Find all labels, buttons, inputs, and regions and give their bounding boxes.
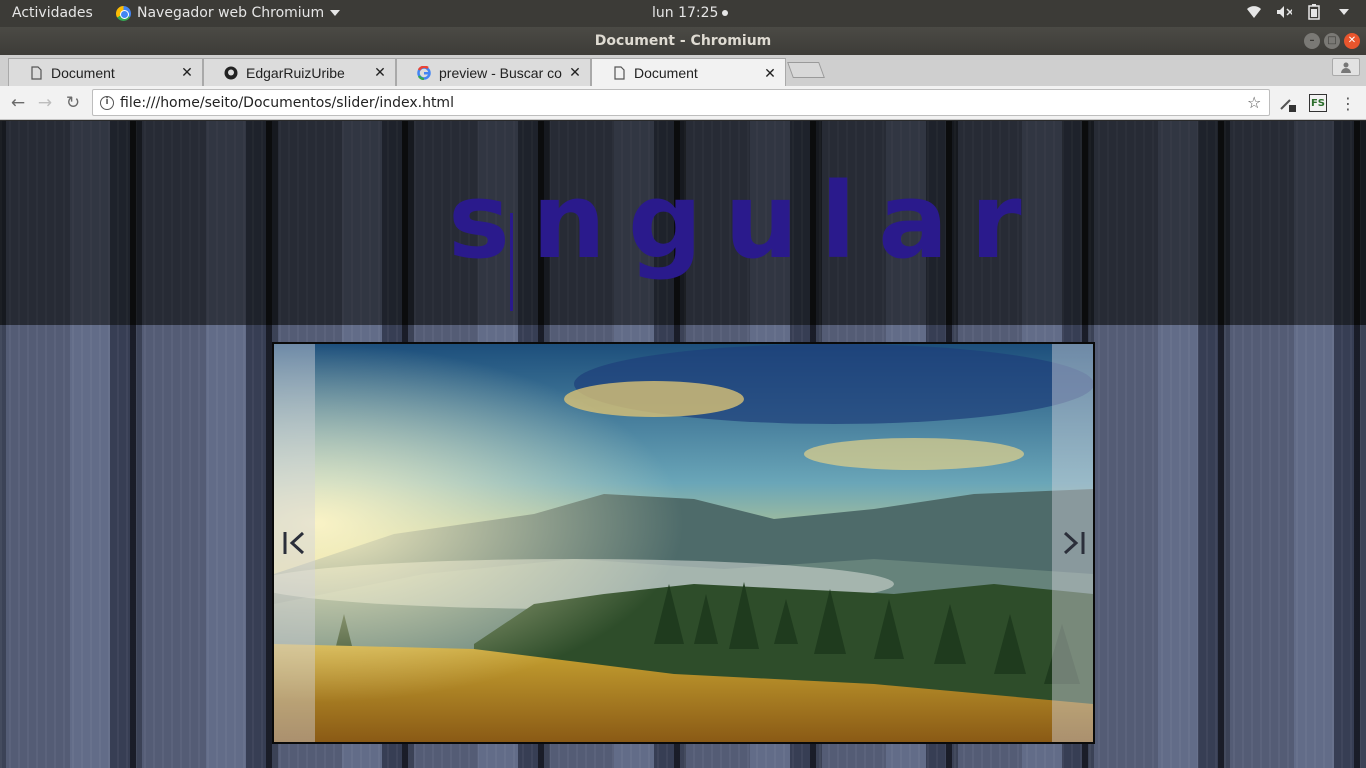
maximize-button[interactable]: □ bbox=[1324, 33, 1340, 49]
system-top-bar: Actividades Navegador web Chromium lun 1… bbox=[0, 0, 1366, 27]
browser-toolbar: ← → ↻ i file:///home/seito/Documentos/sl… bbox=[0, 86, 1366, 120]
close-tab-icon[interactable]: ✕ bbox=[180, 64, 194, 81]
system-tray[interactable] bbox=[1246, 4, 1352, 20]
chromium-icon bbox=[116, 5, 131, 21]
user-icon bbox=[1341, 62, 1351, 73]
url-text[interactable]: file:///home/seito/Documentos/slider/ind… bbox=[120, 95, 1247, 111]
battery-icon[interactable] bbox=[1306, 4, 1322, 20]
app-menu[interactable]: Navegador web Chromium bbox=[116, 5, 341, 21]
eyedropper-icon[interactable] bbox=[1278, 94, 1296, 112]
window-title-bar: Document - Chromium – □ ✕ bbox=[0, 27, 1366, 55]
back-icon[interactable]: ← bbox=[8, 93, 28, 113]
app-menu-label: Navegador web Chromium bbox=[137, 5, 325, 21]
skip-previous-icon bbox=[283, 531, 304, 555]
system-menu-icon[interactable] bbox=[1336, 4, 1352, 20]
close-tab-icon[interactable]: ✕ bbox=[568, 64, 582, 81]
activities-button[interactable]: Actividades bbox=[12, 5, 93, 21]
sngular-logo: sngular bbox=[448, 161, 1022, 311]
profile-button[interactable] bbox=[1332, 58, 1360, 76]
web-page: sngular bbox=[0, 121, 1366, 768]
bookmark-star-icon[interactable]: ☆ bbox=[1247, 93, 1269, 112]
info-icon[interactable]: i bbox=[100, 95, 114, 110]
minimize-button[interactable]: – bbox=[1304, 33, 1320, 49]
tab-title: preview - Buscar co bbox=[439, 64, 562, 81]
github-icon bbox=[224, 66, 238, 80]
browser-menu-icon[interactable]: ⋮ bbox=[1339, 94, 1357, 113]
tab-document-1[interactable]: Document ✕ bbox=[8, 58, 203, 86]
document-icon bbox=[612, 66, 626, 80]
chevron-down-icon bbox=[330, 10, 341, 16]
window-controls: – □ ✕ bbox=[1304, 33, 1360, 49]
slider-prev-button[interactable] bbox=[274, 344, 315, 742]
close-window-button[interactable]: ✕ bbox=[1344, 33, 1360, 49]
forward-icon[interactable]: → bbox=[35, 93, 55, 113]
speaker-muted-icon[interactable] bbox=[1276, 4, 1292, 20]
landscape-slide-image bbox=[274, 344, 1093, 742]
reload-icon[interactable]: ↻ bbox=[63, 93, 83, 113]
google-icon bbox=[417, 65, 431, 80]
fs-extension-icon[interactable]: FS bbox=[1309, 94, 1327, 112]
tab-title: EdgarRuizUribe bbox=[246, 64, 345, 81]
logo-text: sngular bbox=[448, 160, 1044, 282]
tab-google-search[interactable]: preview - Buscar co ✕ bbox=[396, 58, 591, 86]
tab-title: Document bbox=[634, 65, 698, 81]
logo-bar bbox=[510, 213, 513, 311]
address-bar[interactable]: i file:///home/seito/Documentos/slider/i… bbox=[92, 89, 1270, 116]
clock[interactable]: lun 17:25 bbox=[652, 5, 729, 21]
document-icon bbox=[29, 65, 43, 80]
new-tab-button[interactable] bbox=[787, 62, 825, 78]
window-title: Document - Chromium bbox=[594, 33, 772, 49]
tab-document-active[interactable]: Document ✕ bbox=[591, 58, 786, 87]
wifi-icon[interactable] bbox=[1246, 4, 1262, 20]
tab-github[interactable]: EdgarRuizUribe ✕ bbox=[203, 58, 396, 86]
slider-next-button[interactable] bbox=[1052, 344, 1093, 742]
clock-label: lun 17:25 bbox=[652, 5, 719, 21]
notification-dot-icon bbox=[722, 10, 729, 16]
skip-next-icon bbox=[1063, 531, 1084, 555]
image-slider bbox=[272, 342, 1095, 744]
close-tab-icon[interactable]: ✕ bbox=[763, 65, 777, 82]
close-tab-icon[interactable]: ✕ bbox=[373, 64, 387, 81]
tab-strip: Document ✕ EdgarRuizUribe ✕ preview - Bu… bbox=[0, 55, 1366, 87]
tab-title: Document bbox=[51, 64, 115, 81]
